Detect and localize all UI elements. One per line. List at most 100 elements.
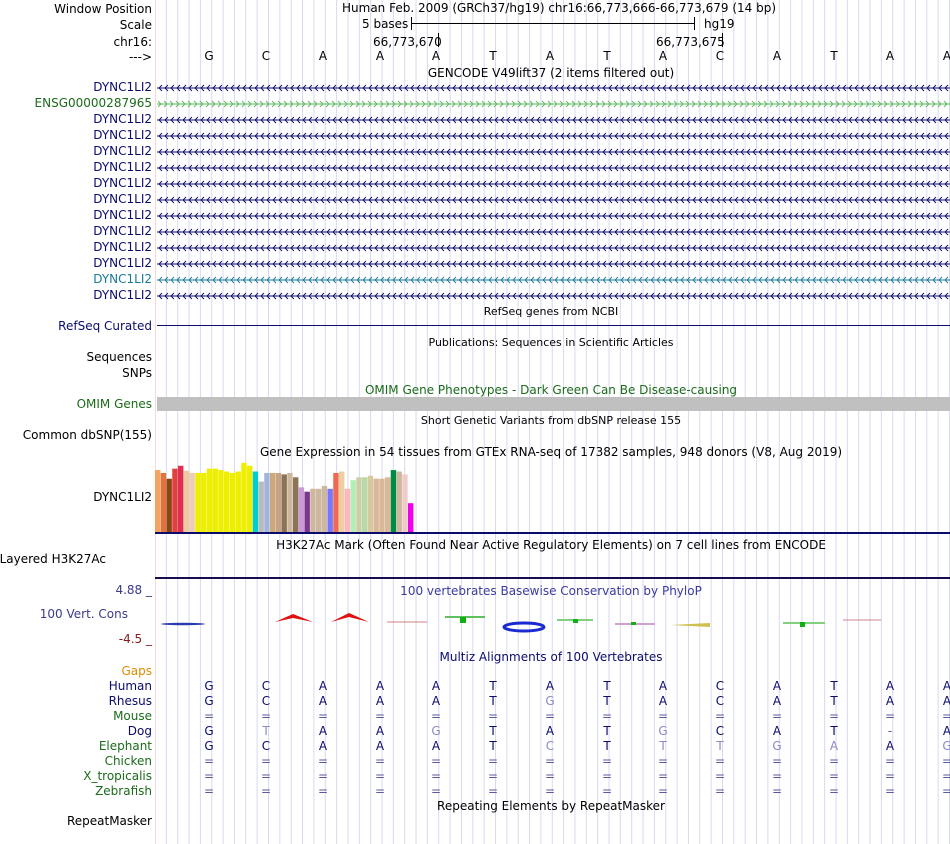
gencode-transcript[interactable] [157, 244, 950, 252]
gencode-item-label[interactable]: DYNC1LI2 [93, 112, 152, 126]
gencode-transcript[interactable] [157, 292, 950, 300]
gtex-tissue-bar[interactable] [195, 472, 201, 532]
gtex-tissue-bar[interactable] [270, 472, 276, 532]
multiz-aligned-base: T [603, 694, 611, 708]
gencode-item-label[interactable]: DYNC1LI2 [93, 144, 152, 158]
refseq-track-label[interactable]: RefSeq Curated [58, 319, 152, 333]
publications-sequences-label[interactable]: Sequences [87, 350, 152, 364]
multiz-aligned-base: G [204, 679, 214, 693]
gtex-tissue-bar[interactable] [362, 477, 368, 532]
gencode-transcript[interactable] [157, 196, 950, 204]
gtex-tissue-bar[interactable] [327, 488, 333, 532]
gtex-track-label[interactable]: DYNC1LI2 [93, 490, 152, 504]
gtex-tissue-bar[interactable] [344, 488, 351, 532]
gtex-tissue-bar[interactable] [264, 472, 270, 532]
multiz-gaps-label[interactable]: Gaps [121, 664, 152, 678]
omim-track-label[interactable]: OMIM Genes [77, 397, 152, 411]
multiz-species-label[interactable]: Elephant [99, 739, 152, 753]
gencode-item-label[interactable]: DYNC1LI2 [93, 208, 152, 222]
gtex-bar-chart[interactable] [155, 458, 950, 534]
gtex-tissue-bar[interactable] [212, 468, 218, 532]
multiz-species-label[interactable]: X_tropicalis [83, 769, 152, 783]
gtex-tissue-bar[interactable] [333, 472, 339, 532]
gtex-tissue-bar[interactable] [275, 472, 282, 532]
gtex-tissue-bar[interactable] [206, 468, 213, 532]
multiz-species-label[interactable]: Rhesus [109, 694, 152, 708]
gencode-item-label[interactable]: DYNC1LI2 [93, 240, 152, 254]
gtex-tissue-bar[interactable] [316, 488, 322, 532]
gencode-item-label[interactable]: DYNC1LI2 [93, 176, 152, 190]
gtex-tissue-bar[interactable] [390, 470, 397, 532]
gencode-transcript[interactable] [157, 260, 950, 268]
gencode-item-label[interactable]: DYNC1LI2 [93, 288, 152, 302]
gencode-transcript[interactable] [157, 100, 950, 108]
gtex-tissue-bar[interactable] [155, 470, 161, 532]
gtex-tissue-bar[interactable] [339, 471, 345, 532]
gtex-tissue-bar[interactable] [241, 462, 247, 532]
h3k27ac-track-label[interactable]: Layered H3K27Ac [0, 552, 106, 566]
multiz-species-label[interactable]: Dog [128, 724, 152, 738]
gencode-transcript[interactable] [157, 148, 950, 156]
gencode-transcript[interactable] [157, 276, 950, 284]
gtex-tissue-bar[interactable] [373, 478, 379, 532]
gtex-tissue-bar[interactable] [258, 481, 264, 532]
phylop-track-label[interactable]: 100 Vert. Cons [40, 607, 128, 621]
gtex-tissue-bar[interactable] [201, 472, 207, 532]
gencode-transcript[interactable] [157, 116, 950, 124]
gencode-transcript[interactable] [157, 228, 950, 236]
dbsnp-track-label[interactable]: Common dbSNP(155) [23, 428, 152, 442]
gencode-item-label[interactable]: DYNC1LI2 [93, 192, 152, 206]
gtex-tissue-bar[interactable] [350, 480, 356, 532]
gencode-transcript[interactable] [157, 180, 950, 188]
gencode-item-label[interactable]: DYNC1LI2 [93, 160, 152, 174]
gtex-tissue-bar[interactable] [367, 475, 374, 532]
gencode-item-label[interactable]: DYNC1LI2 [93, 272, 152, 286]
gtex-tissue-bar[interactable] [293, 477, 299, 532]
multiz-species-label[interactable]: Mouse [113, 709, 152, 723]
gtex-tissue-bar[interactable] [247, 465, 253, 532]
gtex-tissue-bar[interactable] [321, 485, 328, 532]
multiz-species-label[interactable]: Human [109, 679, 152, 693]
gtex-tissue-bar[interactable] [189, 472, 195, 532]
gencode-transcript[interactable] [157, 164, 950, 172]
gtex-tissue-bar[interactable] [224, 471, 230, 532]
gencode-item-label[interactable]: ENSG00000287965 [35, 96, 152, 110]
phylop-mark-G [502, 621, 546, 633]
multiz-aligned-base: A [318, 694, 328, 708]
gtex-tissue-bar[interactable] [402, 474, 408, 532]
gencode-item-label[interactable]: DYNC1LI2 [93, 256, 152, 270]
gtex-tissue-bar[interactable] [379, 478, 385, 532]
repeatmasker-track-label[interactable]: RepeatMasker [67, 814, 152, 828]
refseq-gene-line[interactable] [157, 325, 950, 326]
gtex-tissue-bar[interactable] [298, 487, 305, 532]
gtex-tissue-bar[interactable] [218, 470, 224, 532]
gtex-tissue-bar[interactable] [304, 491, 310, 532]
gtex-tissue-bar[interactable] [178, 465, 184, 532]
gtex-tissue-bar[interactable] [229, 472, 236, 532]
gtex-tissue-bar[interactable] [287, 472, 293, 532]
gencode-transcript[interactable] [157, 212, 950, 220]
phylop-logo-graph[interactable] [155, 600, 950, 640]
gencode-item-label[interactable]: DYNC1LI2 [93, 80, 152, 94]
gencode-item-label[interactable]: DYNC1LI2 [93, 128, 152, 142]
gencode-transcript[interactable] [157, 132, 950, 140]
gtex-tissue-bar[interactable] [166, 478, 172, 532]
multiz-species-label[interactable]: Chicken [105, 754, 152, 768]
gencode-item-label[interactable]: DYNC1LI2 [93, 224, 152, 238]
strand-arrow-label[interactable]: ---> [129, 50, 152, 64]
publications-snps-label[interactable]: SNPs [122, 366, 152, 380]
gtex-tissue-bar[interactable] [396, 471, 402, 532]
gtex-tissue-bar[interactable] [235, 471, 241, 532]
omim-gene-block[interactable] [157, 397, 950, 411]
gtex-tissue-bar[interactable] [160, 472, 167, 532]
gtex-tissue-bar[interactable] [310, 488, 316, 532]
gtex-tissue-bar[interactable] [252, 471, 259, 532]
multiz-species-label[interactable]: Zebrafish [95, 784, 152, 798]
gtex-tissue-bar[interactable] [408, 503, 414, 532]
gtex-tissue-bar[interactable] [183, 470, 190, 532]
gtex-tissue-bar[interactable] [281, 474, 287, 532]
gencode-transcript[interactable] [157, 84, 950, 92]
gtex-tissue-bar[interactable] [356, 477, 362, 532]
gtex-tissue-bar[interactable] [385, 477, 391, 532]
gtex-tissue-bar[interactable] [172, 468, 178, 532]
